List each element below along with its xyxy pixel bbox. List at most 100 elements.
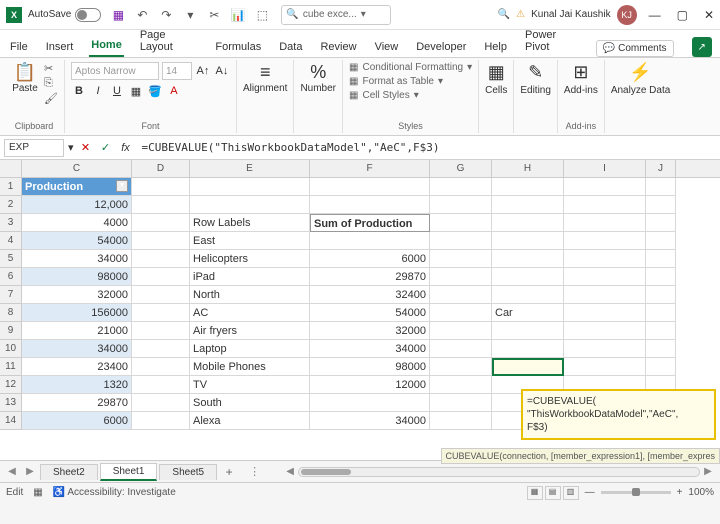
cell[interactable] [430, 268, 492, 286]
cell[interactable]: 34000 [310, 340, 430, 358]
cell[interactable] [132, 250, 190, 268]
zoom-slider[interactable] [601, 491, 671, 494]
enter-formula-icon[interactable]: ✓ [98, 141, 114, 154]
cell[interactable] [564, 268, 646, 286]
analyze-button[interactable]: ⚡Analyze Data [611, 62, 670, 96]
row-header[interactable]: 3 [0, 214, 22, 232]
cell-styles-button[interactable]: ▦Cell Styles ▾ [349, 90, 472, 101]
cell[interactable]: 1320 [22, 376, 132, 394]
fill-color-icon[interactable]: 🪣 [147, 83, 163, 99]
cell[interactable] [132, 178, 190, 196]
font-name-select[interactable] [71, 62, 159, 80]
cell[interactable] [646, 340, 676, 358]
accessibility-status[interactable]: ♿ Accessibility: Investigate [53, 487, 176, 498]
search-icon[interactable]: 🔍 [498, 9, 510, 20]
cell[interactable] [430, 250, 492, 268]
cells-button[interactable]: ▦Cells [485, 62, 507, 96]
row-header[interactable]: 7 [0, 286, 22, 304]
zoom-level[interactable]: 100% [688, 487, 714, 498]
cell[interactable] [564, 178, 646, 196]
share-button[interactable]: ↗ [692, 37, 713, 57]
cell[interactable] [564, 322, 646, 340]
row-header[interactable]: 13 [0, 394, 22, 412]
increase-font-icon[interactable]: A↑ [195, 63, 211, 79]
cell[interactable] [564, 214, 646, 232]
sheet-nav-next-icon[interactable]: ▶ [22, 466, 38, 477]
format-painter-icon[interactable]: 🖌 [44, 92, 58, 105]
col-header-f[interactable]: F [310, 160, 430, 177]
zoom-in-button[interactable]: + [677, 487, 683, 498]
cell[interactable] [132, 376, 190, 394]
qat-icon[interactable]: ⬚ [255, 8, 269, 22]
border-icon[interactable]: ▦ [128, 83, 144, 99]
cell[interactable]: 54000 [22, 232, 132, 250]
comments-button[interactable]: 💬 Comments [596, 40, 674, 57]
toggle-off-icon[interactable] [75, 8, 101, 22]
namebox-dropdown-icon[interactable]: ▾ [68, 141, 74, 154]
cell[interactable]: 98000 [310, 358, 430, 376]
cell[interactable] [132, 196, 190, 214]
cell[interactable] [564, 232, 646, 250]
cell[interactable] [564, 358, 646, 376]
col-header-g[interactable]: G [430, 160, 492, 177]
cell[interactable] [646, 304, 676, 322]
tab-powerpivot[interactable]: Power Pivot [523, 25, 582, 57]
addins-button[interactable]: ⊞Add-ins [564, 62, 598, 96]
cell[interactable]: 32000 [310, 322, 430, 340]
cell[interactable]: 23400 [22, 358, 132, 376]
cell[interactable] [430, 232, 492, 250]
row-header[interactable]: 10 [0, 340, 22, 358]
cell[interactable] [492, 268, 564, 286]
minimize-icon[interactable]: — [649, 8, 661, 22]
row-header[interactable]: 9 [0, 322, 22, 340]
cell[interactable] [430, 412, 492, 430]
name-box[interactable]: EXP [4, 139, 64, 157]
warning-icon[interactable]: ⚠ [516, 9, 525, 20]
tab-data[interactable]: Data [277, 37, 304, 57]
cell[interactable]: 54000 [310, 304, 430, 322]
view-pagebreak-icon[interactable]: ▥ [563, 486, 579, 500]
paste-button[interactable]: 📋Paste [10, 62, 40, 105]
fx-icon[interactable]: fx [118, 142, 134, 154]
row-header[interactable]: 8 [0, 304, 22, 322]
tab-developer[interactable]: Developer [414, 37, 468, 57]
tab-home[interactable]: Home [89, 35, 124, 57]
autosave-toggle[interactable]: AutoSave [28, 8, 101, 22]
cell[interactable] [310, 178, 430, 196]
tab-view[interactable]: View [373, 37, 401, 57]
add-sheet-button[interactable]: + [219, 465, 239, 479]
cell[interactable] [190, 178, 310, 196]
cell[interactable]: 12,000 [22, 196, 132, 214]
cell[interactable]: Helicopters [190, 250, 310, 268]
col-header-j[interactable]: J [646, 160, 676, 177]
cell[interactable] [132, 340, 190, 358]
font-color-icon[interactable]: A [166, 83, 182, 99]
cell[interactable] [430, 376, 492, 394]
cell[interactable]: 21000 [22, 322, 132, 340]
maximize-icon[interactable]: ▢ [677, 8, 688, 22]
cell[interactable] [430, 358, 492, 376]
cut-icon[interactable]: ✂ [44, 62, 58, 75]
cell[interactable]: 6000 [22, 412, 132, 430]
cell[interactable] [492, 250, 564, 268]
sheet-tab-sheet5[interactable]: Sheet5 [159, 464, 217, 480]
col-header-h[interactable]: H [492, 160, 564, 177]
cell[interactable]: East [190, 232, 310, 250]
select-all-corner[interactable] [0, 160, 22, 177]
cell[interactable]: 29870 [22, 394, 132, 412]
save-icon[interactable]: ▦ [111, 8, 125, 22]
sheet-menu-icon[interactable]: ⋮ [249, 465, 260, 478]
sheet-nav-prev-icon[interactable]: ◀ [4, 466, 20, 477]
cell[interactable]: 34000 [22, 250, 132, 268]
cell[interactable]: 34000 [22, 340, 132, 358]
cell[interactable] [132, 232, 190, 250]
bold-button[interactable]: B [71, 83, 87, 99]
cell[interactable] [646, 232, 676, 250]
number-button[interactable]: %Number [300, 62, 336, 94]
view-normal-icon[interactable]: ▦ [527, 486, 543, 500]
cell[interactable]: Mobile Phones [190, 358, 310, 376]
cell[interactable] [646, 196, 676, 214]
cell[interactable] [646, 214, 676, 232]
row-header[interactable]: 6 [0, 268, 22, 286]
cell[interactable] [564, 250, 646, 268]
